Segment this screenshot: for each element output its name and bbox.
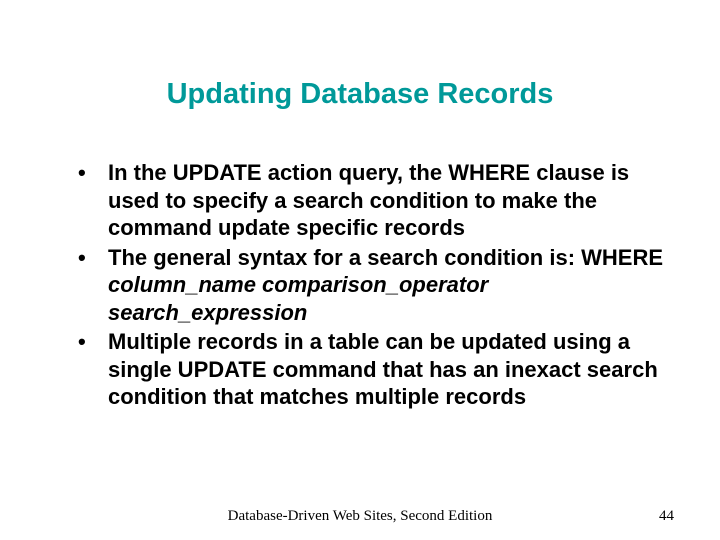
slide: Updating Database Records In the UPDATE … [0, 0, 720, 540]
page-number: 44 [659, 508, 674, 525]
bullet-text: In the UPDATE action query, the WHERE cl… [108, 160, 629, 240]
bullet-text: Multiple records in a table can be updat… [108, 329, 658, 409]
list-item: The general syntax for a search conditio… [70, 244, 670, 327]
footer-source: Database-Driven Web Sites, Second Editio… [0, 508, 720, 525]
bullet-italic: column_name comparison_operator search_e… [108, 272, 488, 325]
bullet-list: In the UPDATE action query, the WHERE cl… [70, 159, 670, 411]
list-item: In the UPDATE action query, the WHERE cl… [70, 159, 670, 242]
slide-body: In the UPDATE action query, the WHERE cl… [0, 159, 720, 411]
slide-title: Updating Database Records [0, 0, 720, 159]
list-item: Multiple records in a table can be updat… [70, 328, 670, 411]
bullet-text: The general syntax for a search conditio… [108, 245, 663, 270]
